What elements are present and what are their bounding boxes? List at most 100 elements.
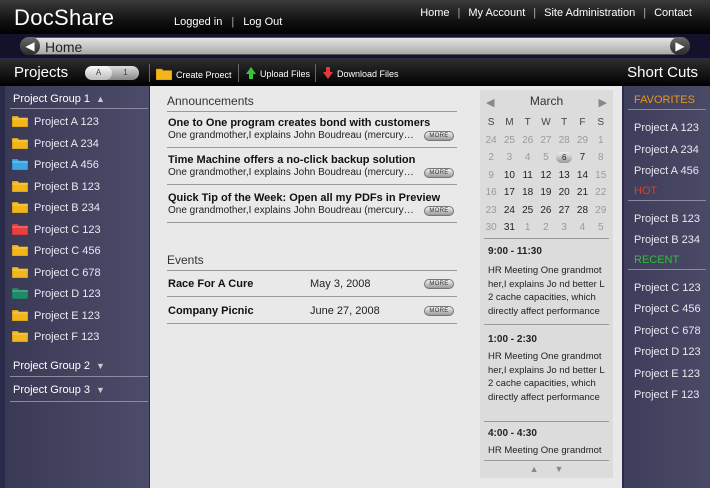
calendar-day[interactable]: 2: [482, 149, 500, 167]
shortcut-item[interactable]: Project E 123: [634, 368, 700, 380]
calendar-day[interactable]: 22: [592, 184, 610, 202]
calendar-day[interactable]: 11: [519, 167, 537, 185]
nav-contact[interactable]: Contact: [654, 7, 692, 19]
sort-numeric-option[interactable]: 1: [112, 66, 139, 80]
sidebar-project-item[interactable]: Project C 123: [11, 221, 148, 239]
announcement-title[interactable]: One to One program creates bond with cus…: [168, 117, 430, 129]
calendar-day[interactable]: 3: [555, 219, 573, 237]
calendar-day-header: F: [579, 117, 586, 128]
calendar-day[interactable]: 1: [592, 132, 610, 150]
chevron-up-icon[interactable]: ▲: [96, 94, 105, 104]
event-name[interactable]: Company Picnic: [168, 305, 254, 317]
sidebar-project-item[interactable]: Project A 456: [11, 156, 148, 174]
chevron-down-icon[interactable]: ▼: [96, 361, 105, 371]
scroll-down-icon[interactable]: ▼: [555, 464, 564, 474]
calendar-day[interactable]: 26: [537, 202, 555, 220]
calendar-day[interactable]: 20: [555, 184, 573, 202]
shortcut-item[interactable]: Project A 456: [634, 165, 699, 177]
sidebar-project-item[interactable]: Project B 123: [11, 178, 148, 196]
breadcrumb-text[interactable]: Home: [45, 39, 82, 55]
chevron-left-icon[interactable]: ◀: [20, 37, 40, 55]
calendar-day[interactable]: 24: [500, 202, 518, 220]
calendar-day[interactable]: 29: [592, 202, 610, 220]
shortcut-item[interactable]: Project C 123: [634, 282, 701, 294]
calendar-day[interactable]: 13: [555, 167, 573, 185]
more-button[interactable]: MORE: [424, 131, 454, 141]
calendar-day[interactable]: 1: [519, 219, 537, 237]
calendar-day[interactable]: 18: [519, 184, 537, 202]
calendar-day[interactable]: 5: [592, 219, 610, 237]
calendar-day[interactable]: 4: [573, 219, 591, 237]
shortcut-item[interactable]: Project C 678: [634, 325, 701, 337]
sort-toggle[interactable]: A1: [85, 66, 139, 80]
calendar-today[interactable]: 6: [555, 149, 573, 167]
shortcut-item[interactable]: Project A 123: [634, 122, 699, 134]
sidebar-project-item[interactable]: Project C 456: [11, 242, 148, 260]
download-files-button[interactable]: Download Files: [323, 67, 399, 81]
calendar-day[interactable]: 25: [500, 132, 518, 150]
sidebar-project-item[interactable]: Project A 234: [11, 135, 148, 153]
calendar-day[interactable]: 19: [537, 184, 555, 202]
shortcut-item[interactable]: Project C 456: [634, 303, 701, 315]
divider: [167, 270, 457, 271]
sidebar-project-item[interactable]: Project C 678: [11, 264, 148, 282]
calendar-day[interactable]: 26: [519, 132, 537, 150]
shortcut-item[interactable]: Project B 123: [634, 213, 700, 225]
shortcut-item[interactable]: Project D 123: [634, 346, 701, 358]
project-group-3-header[interactable]: Project Group 3 ▼: [13, 384, 105, 396]
calendar-day[interactable]: 30: [482, 219, 500, 237]
more-button[interactable]: MORE: [424, 306, 454, 316]
calendar-day[interactable]: 2: [537, 219, 555, 237]
calendar-day[interactable]: 27: [537, 132, 555, 150]
chevron-down-icon[interactable]: ▼: [96, 385, 105, 395]
sidebar-project-item[interactable]: Project E 123: [11, 307, 148, 325]
more-button[interactable]: MORE: [424, 206, 454, 216]
calendar-day[interactable]: 7: [573, 149, 591, 167]
announcement-title[interactable]: Quick Tip of the Week: Open all my PDFs …: [168, 192, 440, 204]
calendar-panel: ◀ March ▶ S M T W T F S 24 25 26 27 28 29 1 2 3 4 5 6 7 8 9 10…: [480, 90, 613, 478]
calendar-day[interactable]: 3: [500, 149, 518, 167]
shortcut-item[interactable]: Project F 123: [634, 389, 699, 401]
calendar-day[interactable]: 8: [592, 149, 610, 167]
calendar-day[interactable]: 28: [573, 202, 591, 220]
project-group-2-header[interactable]: Project Group 2 ▼: [13, 360, 105, 372]
nav-my-account[interactable]: My Account: [468, 7, 525, 19]
calendar-day[interactable]: 12: [537, 167, 555, 185]
shortcut-item[interactable]: Project A 234: [634, 144, 699, 156]
calendar-day[interactable]: 29: [573, 132, 591, 150]
sort-alpha-option[interactable]: A: [85, 66, 112, 80]
sidebar-project-item[interactable]: Project F 123: [11, 328, 148, 346]
upload-files-button[interactable]: Upload Files: [246, 67, 310, 81]
calendar-day[interactable]: 10: [500, 167, 518, 185]
calendar-day[interactable]: 28: [555, 132, 573, 150]
shortcut-item[interactable]: Project B 234: [634, 234, 700, 246]
calendar-day[interactable]: 25: [519, 202, 537, 220]
calendar-day[interactable]: 14: [573, 167, 591, 185]
calendar-day[interactable]: 31: [500, 219, 518, 237]
create-project-button[interactable]: Create Proect: [155, 67, 232, 82]
nav-home[interactable]: Home: [420, 7, 449, 19]
chevron-right-icon[interactable]: ▶: [599, 96, 607, 109]
calendar-day[interactable]: 5: [537, 149, 555, 167]
logout-link[interactable]: Log Out: [243, 16, 282, 28]
calendar-day[interactable]: 27: [555, 202, 573, 220]
chevron-right-icon[interactable]: ▶: [670, 37, 690, 55]
calendar-day[interactable]: 24: [482, 132, 500, 150]
calendar-day[interactable]: 21: [573, 184, 591, 202]
scroll-up-icon[interactable]: ▲: [530, 464, 539, 474]
calendar-day[interactable]: 23: [482, 202, 500, 220]
calendar-day[interactable]: 4: [519, 149, 537, 167]
sidebar-project-item[interactable]: Project B 234: [11, 199, 148, 217]
calendar-day[interactable]: 9: [482, 167, 500, 185]
more-button[interactable]: MORE: [424, 168, 454, 178]
calendar-day[interactable]: 15: [592, 167, 610, 185]
calendar-day[interactable]: 17: [500, 184, 518, 202]
nav-site-administration[interactable]: Site Administration: [544, 7, 635, 19]
project-group-1-header[interactable]: Project Group 1 ▲: [13, 93, 105, 105]
sidebar-project-item[interactable]: Project D 123: [11, 285, 148, 303]
more-button[interactable]: MORE: [424, 279, 454, 289]
event-name[interactable]: Race For A Cure: [168, 278, 253, 290]
announcement-title[interactable]: Time Machine offers a no-click backup so…: [168, 154, 415, 166]
calendar-day[interactable]: 16: [482, 184, 500, 202]
sidebar-project-item[interactable]: Project A 123: [11, 113, 148, 131]
